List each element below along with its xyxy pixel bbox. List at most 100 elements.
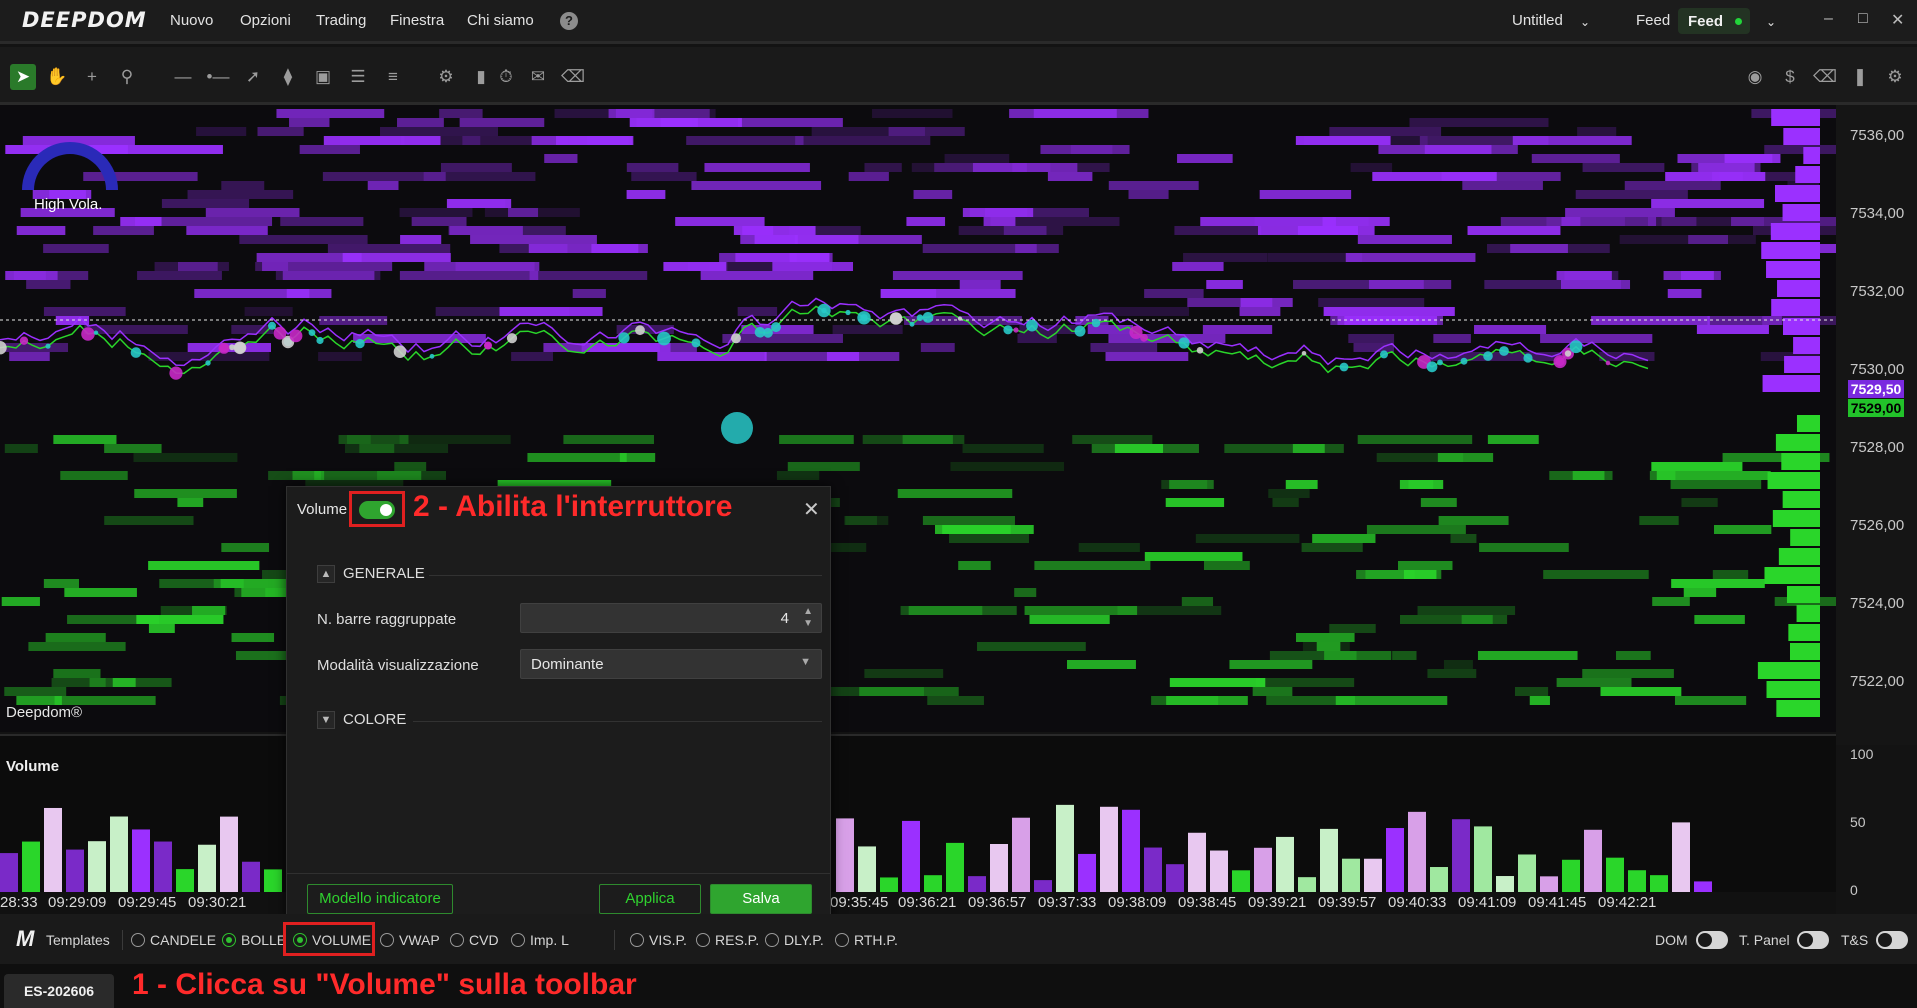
chevron-up-icon[interactable]: ▲ [317, 565, 335, 583]
bars-grouped-input[interactable]: 4 ▲ ▼ [520, 603, 822, 633]
price-axis[interactable]: 7536,00 7534,00 7532,00 7530,00 7528,00 … [1836, 105, 1917, 745]
menu-chi-siamo[interactable]: Chi siamo [467, 12, 534, 29]
price-label: 7528,00 [1850, 439, 1905, 456]
chevron-down-icon[interactable]: ⌄ [1580, 15, 1590, 29]
menu-opzioni[interactable]: Opzioni [240, 12, 291, 29]
volume-pane[interactable]: Volume 100 50 0 [0, 734, 1873, 898]
maximize-icon[interactable]: □ [1858, 10, 1868, 28]
option-vis-p[interactable]: VIS.P. [649, 932, 687, 948]
chevron-down-icon[interactable]: ⌄ [1766, 15, 1776, 29]
radio-vis-p[interactable] [630, 933, 644, 947]
bars-icon[interactable]: ▮ [468, 64, 494, 90]
liquidity-block [134, 489, 237, 498]
depth-bar [1775, 434, 1820, 451]
help-icon[interactable]: ? [560, 12, 578, 30]
stepper-icon[interactable]: ▲ ▼ [803, 606, 813, 630]
price-label: 7534,00 [1850, 205, 1905, 222]
trade-bubble [1569, 340, 1583, 354]
apply-button[interactable]: Applica [599, 884, 701, 914]
time-label: 09:41:09 [1458, 894, 1517, 911]
close-window-icon[interactable]: ✕ [1891, 10, 1904, 30]
trendline-icon[interactable]: ➚ [240, 64, 266, 90]
menu-finestra[interactable]: Finestra [390, 12, 444, 29]
time-label: 09:36:21 [898, 894, 957, 911]
depth-bar [1796, 415, 1820, 432]
radio-cvd[interactable] [450, 933, 464, 947]
templates-label[interactable]: Templates [46, 932, 110, 948]
camera-icon[interactable]: ◉ [1742, 64, 1768, 90]
gear-icon[interactable]: ⚙ [1882, 64, 1908, 90]
feed-button[interactable]: Feed [1678, 8, 1750, 34]
crosshair-icon[interactable]: + [79, 64, 105, 90]
section-color[interactable]: COLORE [343, 711, 406, 728]
eraser-icon[interactable]: ⌫ [1812, 64, 1838, 90]
liquidity-block [1683, 588, 1717, 597]
liquidity-block [1681, 271, 1721, 280]
option-cvd[interactable]: CVD [469, 932, 499, 948]
save-button[interactable]: Salva [710, 884, 812, 914]
volume-bar [220, 816, 238, 892]
liquidity-block [235, 651, 291, 660]
option-res-p[interactable]: RES.P. [715, 932, 759, 948]
lines-icon[interactable]: ☰ [345, 64, 371, 90]
radio-rth-p[interactable] [835, 933, 849, 947]
liquidity-block [1398, 561, 1453, 570]
option-bolle[interactable]: BOLLE [241, 932, 286, 948]
trade-bubble [731, 333, 741, 344]
fib-icon[interactable]: ≡ [380, 64, 406, 90]
close-icon[interactable]: ✕ [803, 497, 820, 522]
path-icon[interactable]: ⧫ [275, 64, 301, 90]
liquidity-block [1572, 471, 1605, 480]
dom-toggle[interactable] [1696, 931, 1728, 949]
liquidity-block [1329, 127, 1442, 136]
hand-icon[interactable]: ✋ [44, 64, 70, 90]
rect-icon[interactable]: ▣ [310, 64, 336, 90]
templates-icon[interactable]: M [16, 926, 34, 952]
option-rth-p[interactable]: RTH.P. [854, 932, 898, 948]
liquidity-block [231, 633, 275, 642]
liquidity-block [1, 597, 40, 606]
eraser-icon[interactable]: ⌫ [560, 64, 586, 90]
menu-nuovo[interactable]: Nuovo [170, 12, 213, 29]
radio-imp-l[interactable] [511, 933, 525, 947]
timer-icon[interactable]: ⏱ [493, 64, 519, 90]
ts-toggle[interactable] [1876, 931, 1908, 949]
zoom-icon[interactable]: ⚲ [114, 64, 140, 90]
trade-bubble [1523, 353, 1533, 363]
radio-candele[interactable] [131, 933, 145, 947]
cursor-icon[interactable]: ➤ [10, 64, 36, 90]
indicator-template-button[interactable]: Modello indicatore [307, 884, 453, 914]
menu-trading[interactable]: Trading [316, 12, 366, 29]
liquidity-block [53, 435, 117, 444]
pause-icon[interactable]: ❚ [1847, 64, 1873, 90]
dollar-icon[interactable]: $ [1777, 64, 1803, 90]
time-axis[interactable]: 28:33 09:29:09 09:29:45 09:30:21 09:35:4… [0, 892, 1836, 914]
liquidity-block [484, 208, 580, 217]
radio-dly-p[interactable] [765, 933, 779, 947]
chevron-down-icon[interactable]: ▼ [317, 711, 335, 729]
volume-bar [836, 818, 854, 892]
radio-res-p[interactable] [696, 933, 710, 947]
liquidity-block [700, 271, 814, 280]
section-general[interactable]: GENERALE [343, 565, 425, 582]
tpanel-toggle[interactable] [1797, 931, 1829, 949]
option-dly-p[interactable]: DLY.P. [784, 932, 824, 948]
liquidity-block [1467, 226, 1561, 235]
symbol-tab[interactable]: ES-202606 [4, 974, 114, 1008]
settings-sliders-icon[interactable]: ⚙ [433, 64, 459, 90]
hline-icon[interactable]: — [170, 64, 196, 90]
depth-bar [1784, 356, 1820, 373]
comment-icon[interactable]: ✉ [525, 64, 551, 90]
radio-vwap[interactable] [380, 933, 394, 947]
minimize-icon[interactable]: – [1824, 10, 1833, 28]
bars-grouped-value: 4 [780, 610, 789, 627]
radio-bolle[interactable] [222, 933, 236, 947]
workspace-name[interactable]: Untitled [1512, 12, 1563, 29]
ray-icon[interactable]: •— [205, 64, 231, 90]
trade-bubble [691, 338, 701, 348]
option-candele[interactable]: CANDELE [150, 932, 216, 948]
option-vwap[interactable]: VWAP [399, 932, 440, 948]
display-mode-select[interactable]: Dominante ▼ [520, 649, 822, 679]
option-imp-l[interactable]: Imp. L [530, 932, 569, 948]
trade-bubble [635, 325, 645, 336]
